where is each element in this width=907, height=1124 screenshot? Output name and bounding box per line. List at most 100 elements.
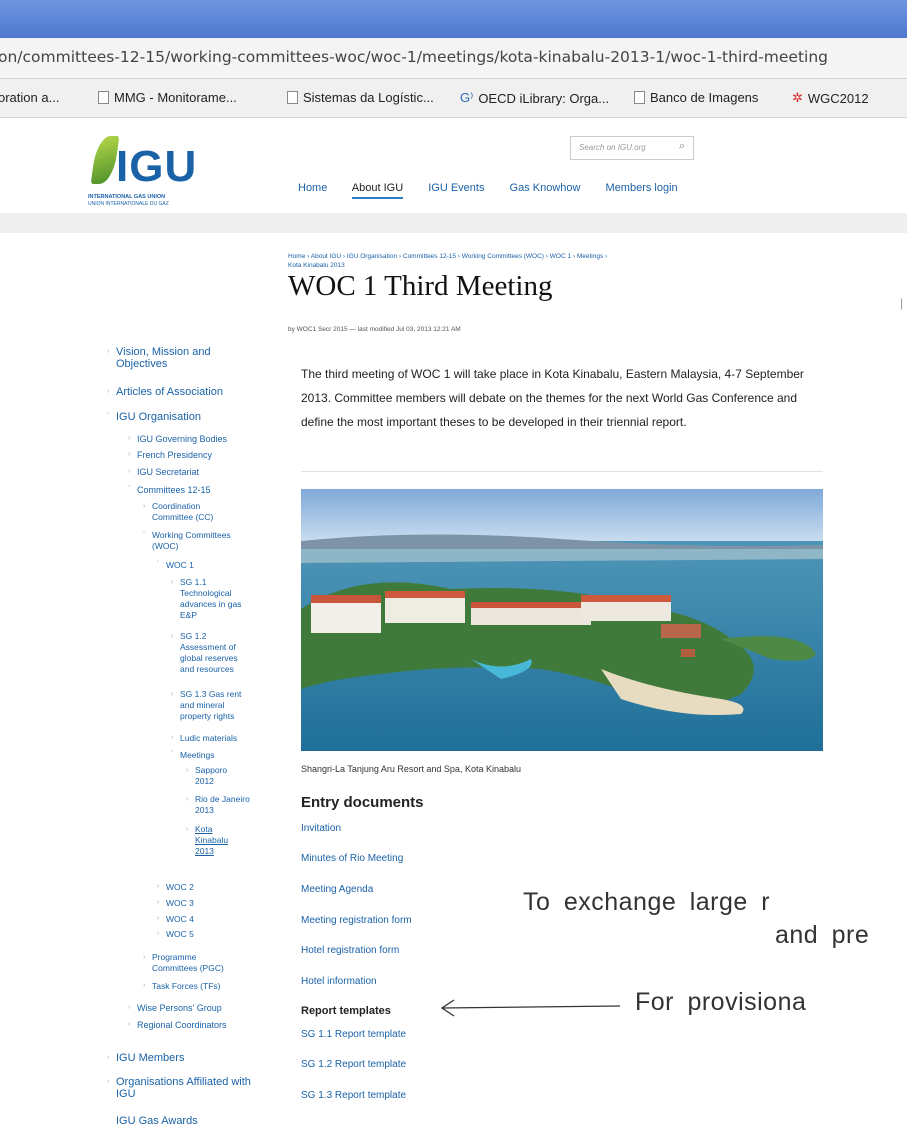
chevron-right-icon: › bbox=[107, 1078, 110, 1085]
photo-caption: Shangri-La Tanjung Aru Resort and Spa, K… bbox=[301, 764, 521, 774]
sidebar-item-affiliated[interactable]: › Organisations Affiliated with IGU bbox=[107, 1076, 256, 1100]
chevron-right-icon: › bbox=[157, 915, 160, 922]
report-link-sg12[interactable]: SG 1.2 Report template bbox=[301, 1059, 406, 1070]
wgc-icon: ✲ bbox=[792, 90, 803, 105]
address-bar[interactable]: on/committees-12-15/working-committees-w… bbox=[0, 38, 907, 79]
annotation-text: For provisiona bbox=[635, 988, 807, 1016]
sidebar-item-taskforces[interactable]: › Task Forces (TFs) bbox=[143, 980, 252, 992]
sidebar-item-woc2[interactable]: › WOC 2 bbox=[157, 881, 226, 893]
bookmark-item[interactable]: Sistemas da Logístic... bbox=[287, 90, 434, 105]
chevron-right-icon: › bbox=[143, 503, 146, 510]
chevron-right-icon: › bbox=[171, 579, 174, 586]
doc-link-invitation[interactable]: Invitation bbox=[301, 823, 341, 834]
sidebar-item-meetings[interactable]: ˇ Meetings bbox=[171, 749, 260, 761]
breadcrumb[interactable]: Home › About IGU › IGU Organisation › Co… bbox=[288, 252, 818, 270]
doc-link-minutes[interactable]: Minutes of Rio Meeting bbox=[301, 853, 403, 864]
chevron-right-icon: › bbox=[143, 982, 146, 989]
sidebar-item-wise[interactable]: › Wise Persons' Group bbox=[128, 1002, 277, 1014]
nav-about-igu[interactable]: About IGU bbox=[351, 182, 404, 199]
entry-documents-heading: Entry documents bbox=[301, 794, 424, 811]
chevron-right-icon: › bbox=[107, 348, 110, 355]
scroll-edge-marker: | bbox=[900, 296, 904, 310]
sidebar-item-vision[interactable]: › Vision, Mission and Objectives bbox=[107, 346, 246, 370]
sidebar-item-woc4[interactable]: › WOC 4 bbox=[157, 913, 226, 925]
chevron-right-icon: › bbox=[128, 1021, 131, 1028]
sidebar-item-articles[interactable]: › Articles of Association bbox=[107, 386, 256, 398]
chevron-right-icon: › bbox=[157, 883, 160, 890]
nav-gas-knowhow[interactable]: Gas Knowhow bbox=[510, 182, 581, 194]
main-nav: Home About IGU IGU Events Gas Knowhow Me… bbox=[298, 182, 700, 199]
body-text: The third meeting of WOC 1 will take pla… bbox=[301, 367, 804, 429]
page-title: WOC 1 Third Meeting bbox=[288, 270, 553, 302]
sidebar-item-members[interactable]: › IGU Members bbox=[107, 1052, 256, 1064]
igu-logo[interactable]: IGU INTERNATIONAL GAS UNION UNION INTERN… bbox=[88, 136, 238, 207]
sidebar-item-woc3[interactable]: › WOC 3 bbox=[157, 897, 226, 909]
report-link-sg11[interactable]: SG 1.1 Report template bbox=[301, 1029, 406, 1040]
sidebar-item-pgc[interactable]: › Programme Committees (PGC) bbox=[143, 952, 240, 974]
chevron-down-icon: ˇ bbox=[171, 751, 174, 758]
bookmark-item[interactable]: MMG - Monitorame... bbox=[98, 90, 237, 105]
chevron-right-icon: › bbox=[128, 1004, 131, 1011]
bookmark-item[interactable]: oration a... bbox=[0, 90, 59, 105]
doc-link-hotel-info[interactable]: Hotel information bbox=[301, 976, 377, 987]
sidebar-item-governing[interactable]: › IGU Governing Bodies bbox=[128, 433, 277, 445]
oecd-icon: G⁾ bbox=[460, 90, 474, 105]
chevron-down-icon: ˇ bbox=[107, 413, 110, 420]
bookmark-item[interactable]: G⁾ OECD iLibrary: Orga... bbox=[460, 90, 609, 106]
chevron-down-icon: ˇ bbox=[157, 561, 160, 568]
chevron-right-icon: › bbox=[186, 767, 189, 774]
sidebar-item-rio[interactable]: › Rio de Janeiro 2013 bbox=[186, 794, 255, 816]
sidebar-item-woc1[interactable]: ˇ WOC 1 bbox=[157, 559, 246, 571]
sidebar-item-coordination[interactable]: › Coordination Committee (CC) bbox=[143, 501, 236, 523]
chevron-right-icon: › bbox=[107, 1054, 110, 1061]
page-icon bbox=[98, 91, 109, 104]
search-input[interactable]: Search on IGU.org ⌕ bbox=[570, 136, 694, 160]
doc-link-hotel-registration[interactable]: Hotel registration form bbox=[301, 945, 399, 956]
chevron-right-icon: › bbox=[157, 930, 160, 937]
sidebar-item-regional[interactable]: › Regional Coordinators bbox=[128, 1019, 277, 1031]
sidebar-item-woc5[interactable]: › WOC 5 bbox=[157, 928, 226, 940]
sidebar-item-kota-kinabalu[interactable]: › Kota Kinabalu 2013 bbox=[186, 824, 239, 857]
chevron-right-icon: › bbox=[128, 451, 131, 458]
sidebar-item-committees[interactable]: ˇ Committees 12-15 bbox=[128, 484, 277, 496]
sidebar-item-organisation[interactable]: ˇ IGU Organisation bbox=[107, 411, 256, 423]
sidebar-item-awards[interactable]: ›IGU Gas Awards bbox=[116, 1115, 256, 1124]
chevron-right-icon: › bbox=[186, 796, 189, 803]
sidebar-item-sg11[interactable]: › SG 1.1 Technological advances in gas E&… bbox=[171, 577, 250, 621]
chevron-right-icon: › bbox=[171, 633, 174, 640]
web-page: IGU INTERNATIONAL GAS UNION UNION INTERN… bbox=[0, 118, 907, 1124]
chevron-right-icon: › bbox=[157, 899, 160, 906]
chevron-down-icon: ˇ bbox=[128, 486, 131, 493]
annotation-text: To exchange large r bbox=[523, 888, 771, 916]
arrow-left-icon bbox=[440, 999, 620, 1017]
bookmark-item[interactable]: Banco de Imagens bbox=[634, 90, 758, 105]
sidebar-item-sg13[interactable]: › SG 1.3 Gas rent and mineral property ri… bbox=[171, 689, 254, 722]
chevron-right-icon: › bbox=[186, 826, 189, 833]
bookmark-item[interactable]: ✲ WGC2012 bbox=[792, 90, 869, 106]
bookmarks-bar: oration a... MMG - Monitorame... Sistema… bbox=[0, 79, 907, 118]
browser-title-bar bbox=[0, 0, 907, 38]
search-icon[interactable]: ⌕ bbox=[679, 140, 685, 153]
doc-link-agenda[interactable]: Meeting Agenda bbox=[301, 884, 373, 895]
nav-home[interactable]: Home bbox=[298, 182, 327, 194]
url-text[interactable]: on/committees-12-15/working-committees-w… bbox=[0, 48, 828, 66]
sidebar-item-sapporo[interactable]: › Sapporo 2012 bbox=[186, 765, 243, 787]
header-divider bbox=[0, 213, 907, 233]
report-link-sg13[interactable]: SG 1.3 Report template bbox=[301, 1090, 406, 1101]
doc-link-meeting-registration[interactable]: Meeting registration form bbox=[301, 915, 412, 926]
chevron-right-icon: › bbox=[143, 954, 146, 961]
sidebar-item-secretariat[interactable]: › IGU Secretariat bbox=[128, 466, 277, 478]
page-icon bbox=[287, 91, 298, 104]
sidebar-item-french[interactable]: › French Presidency bbox=[128, 449, 277, 461]
nav-members-login[interactable]: Members login bbox=[606, 182, 678, 194]
byline: by WOC1 Secr 2015 — last modified Jul 03… bbox=[288, 326, 461, 333]
sidebar-item-ludic[interactable]: › Ludic materials bbox=[171, 732, 260, 744]
chevron-right-icon: › bbox=[128, 435, 131, 442]
sidebar-item-sg12[interactable]: › SG 1.2 Assessment of global reserves an… bbox=[171, 631, 252, 675]
chevron-right-icon: › bbox=[171, 691, 174, 698]
chevron-right-icon: › bbox=[171, 734, 174, 741]
nav-igu-events[interactable]: IGU Events bbox=[428, 182, 484, 194]
sidebar-item-woc[interactable]: ˇ Working Committees (WOC) bbox=[143, 530, 244, 552]
page-icon bbox=[634, 91, 645, 104]
chevron-down-icon: ˇ bbox=[143, 532, 146, 539]
